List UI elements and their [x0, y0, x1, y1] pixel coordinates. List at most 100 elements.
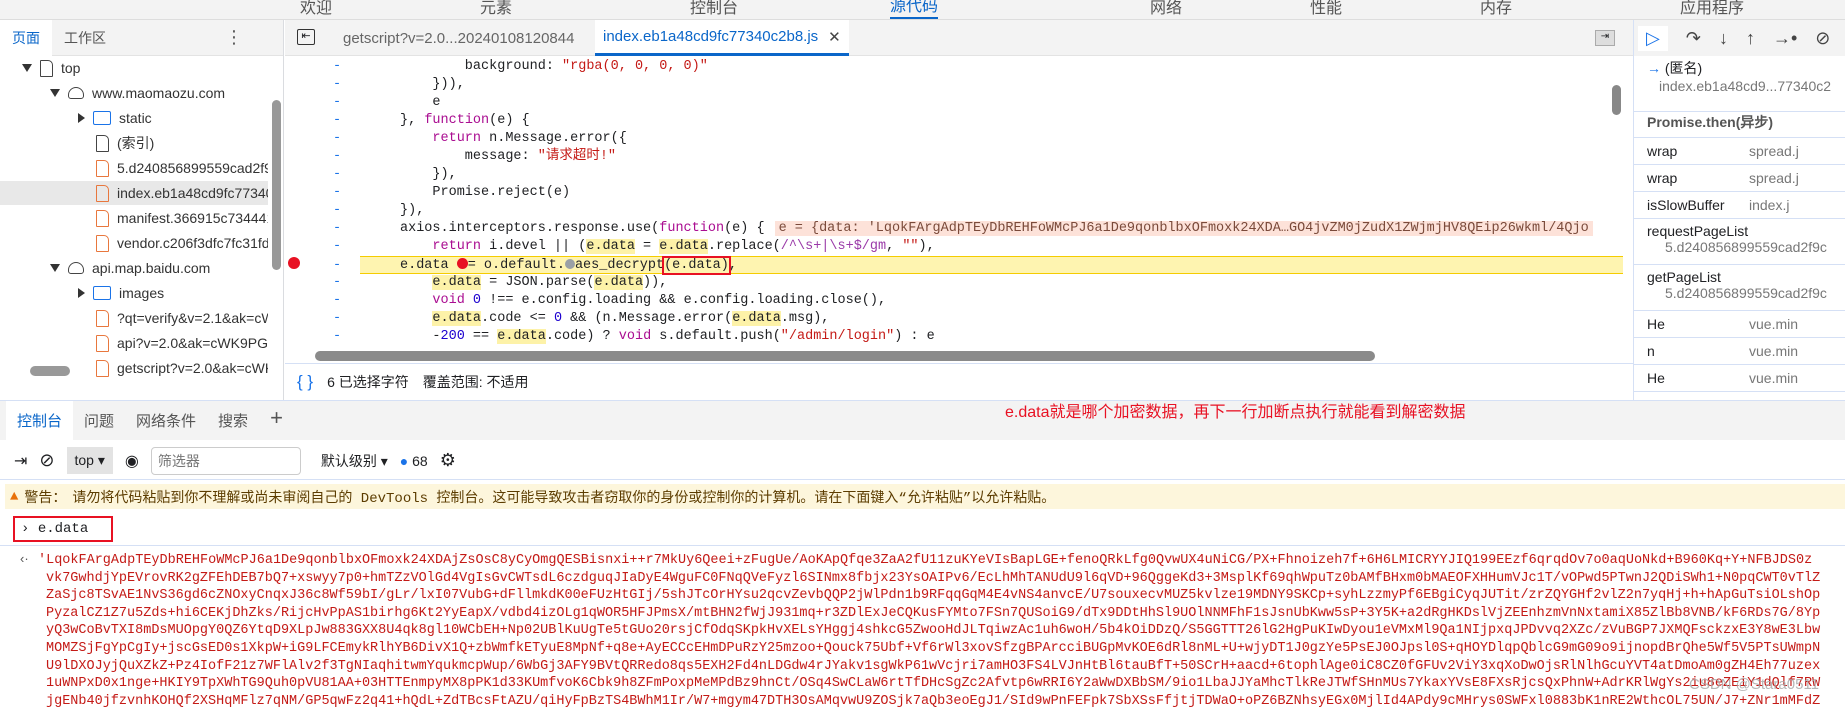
code-line[interactable]: -}),	[285, 202, 1623, 220]
tree-item[interactable]: static	[0, 106, 268, 130]
call-frame-current[interactable]: → (匿名) index.eb1a48cd9...77340c2	[1634, 58, 1845, 112]
editor-vertical-scrollbar[interactable]	[1612, 85, 1621, 115]
call-frame[interactable]: He vue.min	[1634, 365, 1845, 392]
tree-item[interactable]: top	[0, 56, 268, 80]
inline-breakpoint-active-icon[interactable]	[456, 258, 468, 269]
context-selector[interactable]: top ▾	[66, 447, 113, 474]
clear-console-icon[interactable]: ⊘	[39, 450, 54, 471]
code-line[interactable]: -}, function(e) {	[285, 112, 1623, 130]
step-over-icon[interactable]: ↷	[1686, 28, 1701, 49]
tree-item[interactable]: (索引)	[0, 131, 268, 155]
console-command[interactable]: › e.data	[13, 516, 113, 542]
line-gutter[interactable]: -	[333, 292, 341, 310]
tab-workspace[interactable]: 工作区	[52, 20, 118, 56]
line-gutter[interactable]: -	[333, 94, 341, 112]
tab-getscript[interactable]: getscript?v=2.0...20240108120844	[343, 20, 574, 56]
code-line[interactable]: - -200 == e.data.code) ? void s.default.…	[285, 328, 1623, 346]
tab-index-js[interactable]: index.eb1a48cd9fc77340c2b8.js ✕	[595, 20, 849, 56]
collapsed-arrow-icon[interactable]	[78, 113, 85, 123]
step-out-icon[interactable]: ↑	[1746, 28, 1755, 49]
code-line[interactable]: - e.data = JSON.parse(e.data)),	[285, 274, 1623, 292]
toggle-navigator-icon[interactable]: ⇤	[297, 29, 315, 45]
line-gutter[interactable]: -	[333, 202, 341, 220]
line-gutter[interactable]: -	[333, 310, 341, 328]
tree-item[interactable]: www.maomaozu.com	[0, 81, 268, 105]
code-line[interactable]: - return i.devel || (e.data = e.data.rep…	[285, 238, 1623, 256]
code-line[interactable]: - background: "rgba(0, 0, 0, 0)"	[285, 58, 1623, 76]
line-gutter[interactable]: -	[333, 238, 341, 256]
tree-item[interactable]: vendor.c206f3dfc7fc31fde	[0, 231, 268, 255]
tab-issues[interactable]: 问题	[73, 401, 125, 440]
tree-item[interactable]: api.map.baidu.com	[0, 256, 268, 280]
devtools-tab[interactable]: 元素	[480, 0, 512, 19]
line-gutter[interactable]: -	[333, 220, 341, 238]
tree-item[interactable]: api?v=2.0&ak=cWK9PGhn	[0, 331, 268, 355]
filter-input[interactable]	[150, 446, 301, 475]
expanded-arrow-icon[interactable]	[50, 89, 60, 97]
code-line[interactable]: - axios.interceptors.response.use(functio…	[285, 220, 1623, 238]
line-gutter[interactable]: -	[333, 148, 341, 166]
tab-console[interactable]: 控制台	[6, 401, 74, 440]
editor-horizontal-scrollbar[interactable]	[315, 351, 1375, 361]
line-gutter[interactable]: -	[333, 112, 341, 130]
code-line[interactable]: - })),	[285, 76, 1623, 94]
scrollbar-thumb[interactable]	[272, 100, 281, 270]
settings-gear-icon[interactable]: ⚙	[440, 450, 456, 471]
devtools-tab[interactable]: 性能	[1310, 0, 1342, 19]
line-gutter[interactable]: -	[333, 328, 341, 346]
code-line[interactable]: - e	[285, 94, 1623, 112]
toggle-debugger-icon[interactable]: ⇥	[1595, 30, 1615, 46]
tree-item[interactable]: ?qt=verify&v=2.1&ak=cW	[0, 306, 268, 330]
call-frame[interactable]: He vue.min	[1634, 311, 1845, 338]
tree-item[interactable]: index.eb1a48cd9fc77340c2b8.js	[0, 181, 268, 205]
call-frame[interactable]: requestPageList 5.d240856899559cad2f9c	[1634, 219, 1845, 265]
tree-horizontal-scrollbar[interactable]	[30, 366, 70, 376]
code-line[interactable]: - message: "请求超时!"	[285, 148, 1623, 166]
devtools-tab[interactable]: 源代码	[890, 0, 939, 19]
close-icon[interactable]: ✕	[828, 28, 841, 46]
tab-page[interactable]: 页面	[0, 19, 52, 56]
message-count[interactable]: ● 68	[400, 453, 428, 469]
collapsed-arrow-icon[interactable]	[78, 288, 85, 298]
tree-item[interactable]: manifest.366915c7344417	[0, 206, 268, 230]
tree-item[interactable]: images	[0, 281, 268, 305]
pretty-print-icon[interactable]: { }	[297, 372, 313, 392]
line-gutter[interactable]: -	[333, 58, 341, 76]
sidebar-toggle-icon[interactable]: ⇥	[14, 451, 27, 471]
line-gutter[interactable]: -	[333, 274, 341, 292]
tab-network-conditions[interactable]: 网络条件	[125, 401, 207, 440]
code-line[interactable]: - return n.Message.error({	[285, 130, 1623, 148]
call-frame[interactable]: getPageList 5.d240856899559cad2f9c	[1634, 265, 1845, 311]
tree-vertical-scrollbar[interactable]	[272, 60, 281, 360]
step-icon[interactable]: →•	[1773, 28, 1797, 49]
call-frame[interactable]: wrap spread.j	[1634, 138, 1845, 165]
inline-breakpoint-icon[interactable]	[564, 259, 575, 269]
log-level-select[interactable]: 默认级别 ▾	[321, 451, 388, 471]
devtools-tab[interactable]: 内存	[1480, 0, 1512, 19]
call-frame[interactable]: n vue.min	[1634, 338, 1845, 365]
line-gutter[interactable]: -	[333, 166, 341, 184]
code-line[interactable]: - Promise.reject(e)	[285, 184, 1623, 202]
code-line[interactable]: - void 0 !== e.config.loading && e.confi…	[285, 292, 1623, 310]
resume-icon[interactable]: ▷	[1638, 25, 1668, 51]
call-frame[interactable]: wrap spread.j	[1634, 165, 1845, 192]
devtools-tab[interactable]: 欢迎	[300, 0, 332, 19]
live-expression-icon[interactable]: ◉	[125, 451, 139, 471]
code-line[interactable]: - }),	[285, 166, 1623, 184]
line-gutter[interactable]: -	[333, 184, 341, 202]
code-line[interactable]: - e.data.code <= 0 && (n.Message.error(e…	[285, 310, 1623, 328]
call-frame[interactable]: isSlowBuffer index.j	[1634, 192, 1845, 219]
tab-search[interactable]: 搜索	[207, 401, 259, 440]
deactivate-breakpoints-icon[interactable]: ⊘	[1815, 28, 1830, 49]
more-options-icon[interactable]: ⋮	[225, 27, 243, 48]
devtools-tab[interactable]: 应用程序	[1680, 0, 1744, 19]
tree-item[interactable]: 5.d240856899559cad2f9c.js	[0, 156, 268, 180]
line-gutter[interactable]: -	[333, 257, 341, 275]
breakpoint-marker[interactable]	[288, 257, 300, 269]
devtools-tab[interactable]: 网络	[1150, 0, 1182, 19]
expanded-arrow-icon[interactable]	[50, 264, 60, 272]
devtools-tab[interactable]: 控制台	[690, 0, 738, 19]
code-line-paused[interactable]: - e.data = o.default. aes_decrypt(e.data),	[333, 256, 1623, 275]
expanded-arrow-icon[interactable]	[22, 64, 32, 72]
step-into-icon[interactable]: ↓	[1719, 28, 1728, 49]
